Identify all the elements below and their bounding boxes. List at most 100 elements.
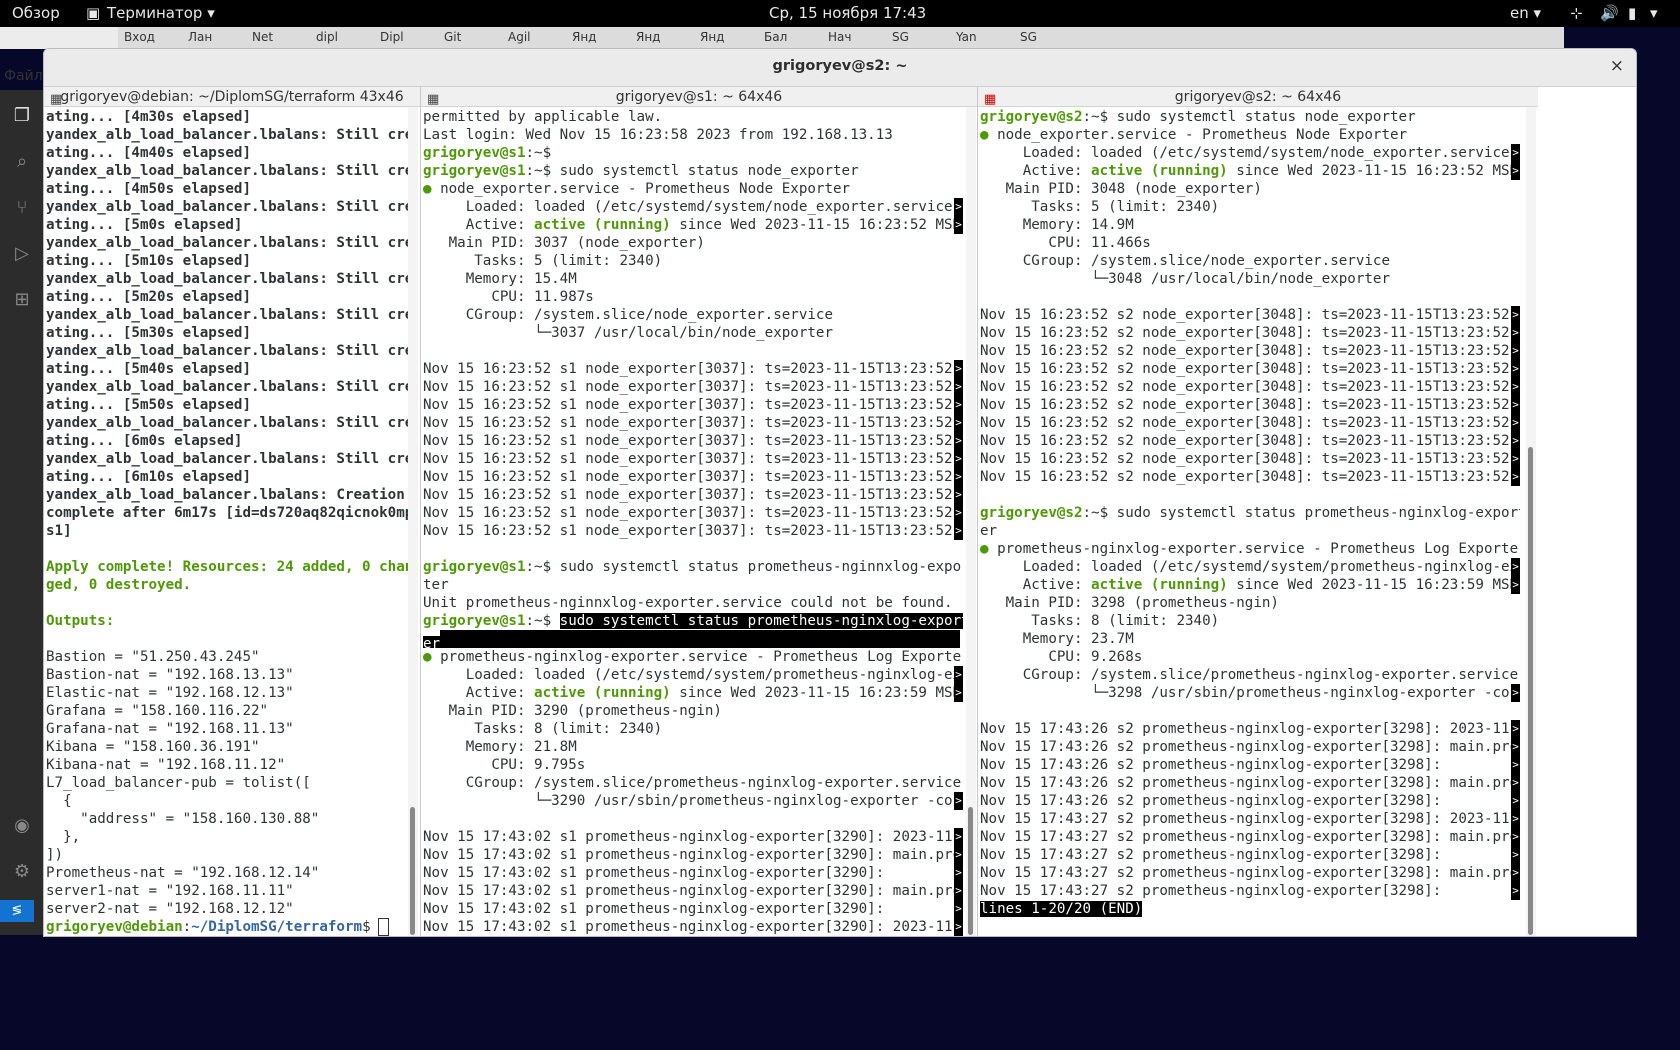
run-debug-icon[interactable]: ▷ (10, 242, 34, 266)
terminal-pane-debian[interactable]: ▦ grigoryev@debian: ~/DiplomSG/terraform … (44, 87, 420, 936)
scrollbar-thumb[interactable] (410, 807, 415, 935)
terminal-line: ter (423, 576, 963, 594)
terminal-text: ating... [6m10s elapsed] (46, 469, 251, 485)
scrollbar[interactable] (1526, 107, 1536, 936)
search-icon[interactable]: ⌕ (10, 150, 34, 174)
terminal-line: Apply complete! Resources: 24 added, 0 c… (46, 558, 413, 576)
terminal-text: ter (423, 577, 449, 593)
shell-prompt: grigoryev@s1 (423, 163, 526, 179)
terminal-line: Nov 15 16:23:52 s2 node_exporter[3048]: … (980, 324, 1520, 342)
terminal-pane-s1[interactable]: ▦ grigoryev@s1: ~ 64x46 permitted by appl… (421, 87, 977, 936)
remote-icon[interactable]: ≶ (0, 900, 34, 922)
terminal-text: Loaded: loaded (/etc/systemd/system/node… (980, 145, 1519, 161)
terminal-text: Nov 15 17:43:26 s2 prometheus-nginxlog-e… (980, 739, 1519, 755)
terminal-text: CGroup: /system.slice/node_exporter.serv… (980, 253, 1390, 269)
terminal-line: Loaded: loaded (/etc/systemd/system/node… (980, 144, 1520, 162)
terminal-text: Nov 15 16:23:52 s1 node_exporter[3037]: … (423, 469, 962, 485)
terminal-text: prometheus-nginxlog-exporter.service - P… (988, 541, 1520, 557)
terminal-line: Active: active (running) since Wed 2023-… (423, 216, 963, 234)
browser-tab[interactable]: Лан (182, 30, 246, 44)
terminal-line: Memory: 23.7M (980, 630, 1520, 648)
browser-tab[interactable]: SG (1014, 30, 1078, 44)
terminal-line: Nov 15 17:43:27 s2 prometheus-nginxlog-e… (980, 810, 1520, 828)
terminal-line: CPU: 11.466s (980, 234, 1520, 252)
terminal-line: Bastion-nat = "192.168.13.13" (46, 666, 413, 684)
scrollbar-thumb[interactable] (1528, 447, 1533, 935)
browser-tab[interactable]: Вход (118, 30, 182, 44)
terminal-line: Main PID: 3037 (node_exporter) (423, 234, 963, 252)
browser-tab[interactable]: Бал (758, 30, 822, 44)
terminal-text: Memory: 21.8M (423, 739, 577, 755)
browser-tab[interactable]: Agil (502, 30, 566, 44)
browser-tab[interactable]: Янд (630, 30, 694, 44)
line-truncated-marker: > (954, 684, 963, 702)
line-truncated-marker: > (1511, 864, 1520, 882)
battery-icon[interactable]: ▮ (1628, 4, 1636, 22)
terminal-text: Tasks: 8 (limit: 2340) (423, 721, 663, 737)
terminal-line: er (980, 522, 1520, 540)
terminal-text: CGroup: /system.slice/prometheus-nginxlo… (980, 667, 1519, 683)
gear-icon[interactable]: ⚙ (10, 860, 34, 884)
terminal-line: Nov 15 16:23:52 s2 node_exporter[3048]: … (980, 432, 1520, 450)
browser-tab[interactable]: SG (886, 30, 950, 44)
terminal-text: since Wed 2023-11-15 16:23:59 MSK (670, 685, 962, 701)
terminal-line: Nov 15 17:43:26 s2 prometheus-nginxlog-e… (980, 792, 1520, 810)
account-icon[interactable]: ◉ (10, 814, 34, 838)
line-truncated-marker: > (954, 486, 963, 504)
terminal-text: Tasks: 8 (limit: 2340) (980, 613, 1220, 629)
terminal-text: Nov 15 16:23:52 s2 node_exporter[3048]: … (980, 433, 1519, 449)
terminal-text: Main PID: 3037 (node_exporter) (423, 235, 705, 251)
browser-tab[interactable]: dipl (310, 30, 374, 44)
clock[interactable]: Ср, 15 ноября 17:43 (769, 4, 926, 22)
overview-button[interactable]: Обзор (12, 4, 60, 22)
browser-tab[interactable]: Янд (694, 30, 758, 44)
scrollbar[interactable] (408, 107, 418, 936)
terminal-line: ating... [6m10s elapsed] (46, 468, 413, 486)
scrollbar-thumb[interactable] (968, 807, 973, 935)
terminal-text: yandex_alb_load_balancer.lbalans: Still … (46, 379, 414, 395)
terminal-line: Grafana-nat = "192.168.11.13" (46, 720, 413, 738)
browser-tab[interactable]: Yan (950, 30, 1014, 44)
browser-tab[interactable]: Dipl (374, 30, 438, 44)
terminal-text: Active: (423, 217, 535, 233)
terminal-line: Nov 15 17:43:26 s2 prometheus-nginxlog-e… (980, 774, 1520, 792)
close-button[interactable]: × (1610, 56, 1624, 76)
source-control-icon[interactable]: ⑂ (10, 196, 34, 220)
line-truncated-marker: > (1511, 414, 1520, 432)
shell-prompt: grigoryev@debian (46, 919, 183, 935)
browser-tab[interactable]: Git (438, 30, 502, 44)
keyboard-layout[interactable]: en ▾ (1510, 4, 1541, 22)
terminal-text: Grafana-nat = "192.168.11.13" (46, 721, 294, 737)
terminal-text: server1-nat = "192.168.11.11" (46, 883, 294, 899)
terminal-text: Main PID: 3048 (node_exporter) (980, 181, 1262, 197)
terminal-text: yandex_alb_load_balancer.lbalans: Still … (46, 451, 414, 467)
system-menu-chevron-icon[interactable]: ▾ (1650, 4, 1658, 22)
network-icon[interactable]: ⊹ (1570, 4, 1583, 22)
terminal-text: :~$ sudo systemctl status node_exporter (525, 163, 859, 179)
terminal-line: Nov 15 16:23:52 s2 node_exporter[3048]: … (980, 450, 1520, 468)
app-menu[interactable]: Терминатор ▾ (107, 4, 215, 22)
terminal-text: Nov 15 17:43:02 s1 prometheus-nginxlog-e… (423, 919, 962, 935)
browser-tab[interactable]: Янд (566, 30, 630, 44)
file-menu[interactable]: Файл (4, 68, 43, 84)
explorer-icon[interactable]: ❐ (10, 104, 34, 128)
line-truncated-marker: > (954, 378, 963, 396)
terminal-text: CPU: 9.268s (980, 649, 1143, 665)
pane-titlebar: ▦ grigoryev@s1: ~ 64x46 (421, 87, 977, 107)
terminal-line: Loaded: loaded (/etc/systemd/system/prom… (980, 558, 1520, 576)
terminal-pane-s2[interactable]: ▦ grigoryev@s2: ~ 64x46 grigoryev@s2:~$ s… (978, 87, 1538, 936)
terminal-text: Apply complete! Resources: 24 added, 0 c… (46, 559, 414, 575)
terminal-line: Last login: Wed Nov 15 16:23:58 2023 fro… (423, 126, 963, 144)
volume-icon[interactable]: 🔊 (1600, 4, 1619, 22)
browser-tab[interactable]: Нач (822, 30, 886, 44)
terminal-text: ged, 0 destroyed. (46, 577, 192, 593)
terminal-text: Outputs: (46, 613, 115, 629)
browser-tab[interactable]: Net (246, 30, 310, 44)
browser-window-behind: Вход Лан Net dipl Dipl Git Agil Янд Янд Янд Бал Нач… (118, 27, 1564, 49)
extensions-icon[interactable]: ⊞ (10, 288, 34, 312)
terminal-line: Prometheus-nat = "192.168.12.14" (46, 864, 413, 882)
scrollbar[interactable] (966, 107, 976, 936)
